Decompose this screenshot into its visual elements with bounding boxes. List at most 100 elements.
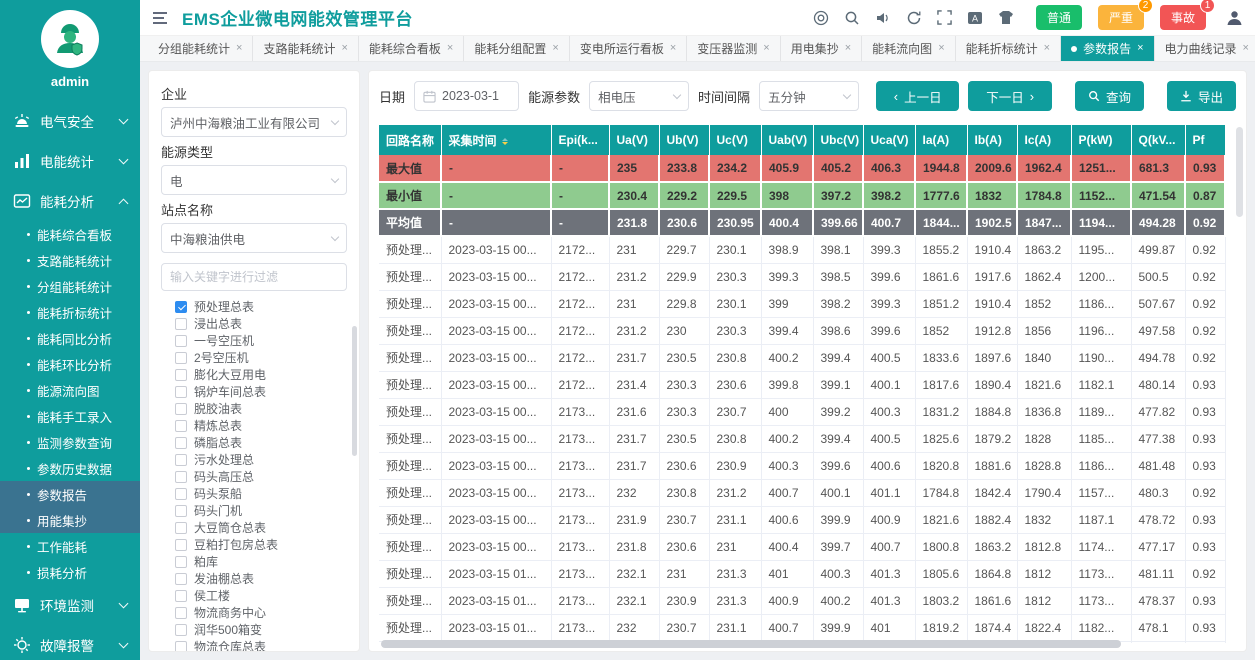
sidebar-subitem-参数报告[interactable]: 参数报告: [0, 481, 140, 507]
status-badge-severe[interactable]: 严重2: [1098, 5, 1144, 30]
checkbox[interactable]: [175, 386, 187, 398]
table-row[interactable]: 预处理...2023-03-15 00...2173...231.8230.62…: [379, 533, 1225, 560]
table-row[interactable]: 预处理...2023-03-15 00...2172...231229.8230…: [379, 290, 1225, 317]
font-size-icon[interactable]: A: [967, 10, 983, 26]
sidebar-subitem-能源流向图[interactable]: 能源流向图: [0, 377, 140, 403]
tree-item-锅炉车间总表[interactable]: 锅炉车间总表: [161, 383, 347, 400]
close-icon[interactable]: ×: [447, 43, 453, 54]
tree-filter-input[interactable]: [161, 263, 347, 291]
checkbox[interactable]: [175, 369, 187, 381]
tree-item-粕库[interactable]: 粕库: [161, 553, 347, 570]
sort-icon[interactable]: [502, 138, 508, 145]
checkbox[interactable]: [175, 539, 187, 551]
table-row[interactable]: 预处理...2023-03-15 01...2173...232230.7231…: [379, 614, 1225, 641]
checkbox[interactable]: [175, 420, 187, 432]
search-icon[interactable]: [844, 10, 860, 26]
column-header-Ic(A)[interactable]: Ic(A): [1017, 125, 1071, 155]
table-row[interactable]: 预处理...2023-03-15 00...2172...231.4230.32…: [379, 371, 1225, 398]
interval-select[interactable]: 五分钟: [759, 81, 859, 111]
checkbox[interactable]: [175, 471, 187, 483]
sidebar-subitem-损耗分析[interactable]: 损耗分析: [0, 559, 140, 585]
tree-item-物流仓库总表[interactable]: 物流仓库总表: [161, 638, 347, 652]
column-header-Ua(V)[interactable]: Ua(V): [609, 125, 659, 155]
close-icon[interactable]: ×: [763, 43, 769, 54]
tree-item-物流商务中心[interactable]: 物流商务中心: [161, 604, 347, 621]
sort-desc-icon[interactable]: [502, 142, 508, 145]
tab-变压器监测[interactable]: 变压器监测×: [687, 36, 780, 61]
query-button[interactable]: 查询: [1075, 81, 1144, 111]
table-row[interactable]: 预处理...2023-03-15 00...2173...232230.8231…: [379, 479, 1225, 506]
tree-item-膨化大豆用电[interactable]: 膨化大豆用电: [161, 366, 347, 383]
sidebar-subitem-能耗同比分析[interactable]: 能耗同比分析: [0, 325, 140, 351]
next-day-button[interactable]: 下一日 ›: [968, 81, 1052, 111]
checkbox[interactable]: [175, 318, 187, 330]
sidebar-subitem-工作能耗[interactable]: 工作能耗: [0, 533, 140, 559]
column-header-Q(kV...[interactable]: Q(kV...: [1131, 125, 1185, 155]
table-row[interactable]: 预处理...2023-03-15 00...2172...231229.7230…: [379, 236, 1225, 263]
close-icon[interactable]: ×: [670, 43, 676, 54]
energy-type-select[interactable]: 电: [161, 165, 347, 195]
table-row[interactable]: 预处理...2023-03-15 00...2173...231.7230.52…: [379, 425, 1225, 452]
tab-能耗分组配置[interactable]: 能耗分组配置×: [464, 36, 569, 61]
sidebar-subitem-参数历史数据[interactable]: 参数历史数据: [0, 455, 140, 481]
sidebar-subitem-能耗环比分析[interactable]: 能耗环比分析: [0, 351, 140, 377]
tab-能耗流向图[interactable]: 能耗流向图×: [862, 36, 955, 61]
tree-item-脱胶油表[interactable]: 脱胶油表: [161, 400, 347, 417]
tab-能耗综合看板[interactable]: 能耗综合看板×: [359, 36, 464, 61]
column-header-采集时间[interactable]: 采集时间: [441, 125, 551, 155]
tree-item-码头泵船[interactable]: 码头泵船: [161, 485, 347, 502]
volume-icon[interactable]: [875, 10, 891, 26]
sidebar-item-电气安全[interactable]: 电气安全: [0, 101, 140, 141]
sidebar-subitem-监测参数查询[interactable]: 监测参数查询: [0, 429, 140, 455]
tree-item-润华500箱变[interactable]: 润华500箱变: [161, 621, 347, 638]
tree-item-污水处理总[interactable]: 污水处理总: [161, 451, 347, 468]
tree-item-磷脂总表[interactable]: 磷脂总表: [161, 434, 347, 451]
column-header-Ib(A)[interactable]: Ib(A): [967, 125, 1017, 155]
table-row[interactable]: 预处理...2023-03-15 00...2172...231.7230.52…: [379, 344, 1225, 371]
date-input[interactable]: 2023-03-1: [414, 81, 519, 111]
tree-item-侯工楼[interactable]: 侯工楼: [161, 587, 347, 604]
enterprise-select[interactable]: 泸州中海粮油工业有限公司: [161, 107, 347, 137]
table-row[interactable]: 预处理...2023-03-15 01...2173...232.1230.92…: [379, 587, 1225, 614]
user-icon[interactable]: [1226, 10, 1243, 26]
checkbox[interactable]: [175, 454, 187, 466]
close-icon[interactable]: ×: [552, 43, 558, 54]
close-icon[interactable]: ×: [845, 43, 851, 54]
column-header-回路名称[interactable]: 回路名称: [379, 125, 441, 155]
station-select[interactable]: 中海粮油供电: [161, 223, 347, 253]
table-row[interactable]: 预处理...2023-03-15 00...2173...231.9230.72…: [379, 506, 1225, 533]
sidebar-subitem-能耗综合看板[interactable]: 能耗综合看板: [0, 221, 140, 247]
tab-能耗折标统计[interactable]: 能耗折标统计×: [956, 36, 1061, 61]
checkbox[interactable]: [175, 301, 187, 313]
checkbox[interactable]: [175, 590, 187, 602]
tree-item-码头高压总[interactable]: 码头高压总: [161, 468, 347, 485]
column-header-Ub(V)[interactable]: Ub(V): [659, 125, 709, 155]
table-row[interactable]: 预处理...2023-03-15 01...2173...232.1231231…: [379, 560, 1225, 587]
tab-用电集抄[interactable]: 用电集抄×: [781, 36, 862, 61]
column-header-Ia(A)[interactable]: Ia(A): [915, 125, 967, 155]
checkbox[interactable]: [175, 352, 187, 364]
close-icon[interactable]: ×: [1243, 43, 1249, 54]
status-badge-accident[interactable]: 事故1: [1160, 5, 1206, 30]
checkbox[interactable]: [175, 335, 187, 347]
checkbox[interactable]: [175, 556, 187, 568]
sort-asc-icon[interactable]: [502, 138, 508, 141]
checkbox[interactable]: [175, 437, 187, 449]
column-header-Uc(V)[interactable]: Uc(V): [709, 125, 761, 155]
vertical-scrollbar[interactable]: [1236, 127, 1243, 217]
sidebar-item-故障报警[interactable]: 故障报警: [0, 625, 140, 660]
close-icon[interactable]: ×: [1137, 43, 1143, 54]
close-icon[interactable]: ×: [341, 43, 347, 54]
refresh-icon[interactable]: [906, 10, 922, 26]
column-header-Uca(V)[interactable]: Uca(V): [863, 125, 915, 155]
fullscreen-icon[interactable]: [937, 10, 952, 25]
checkbox[interactable]: [175, 624, 187, 636]
table-row[interactable]: 预处理...2023-03-15 00...2172...231.2230230…: [379, 317, 1225, 344]
tree-item-大豆筒仓总表[interactable]: 大豆筒仓总表: [161, 519, 347, 536]
tree-item-预处理总表[interactable]: 预处理总表: [161, 298, 347, 315]
tab-参数报告[interactable]: 参数报告×: [1061, 36, 1154, 61]
sidebar-subitem-能耗手工录入[interactable]: 能耗手工录入: [0, 403, 140, 429]
checkbox[interactable]: [175, 641, 187, 653]
tree-item-精炼总表[interactable]: 精炼总表: [161, 417, 347, 434]
export-button[interactable]: 导出: [1167, 81, 1236, 111]
